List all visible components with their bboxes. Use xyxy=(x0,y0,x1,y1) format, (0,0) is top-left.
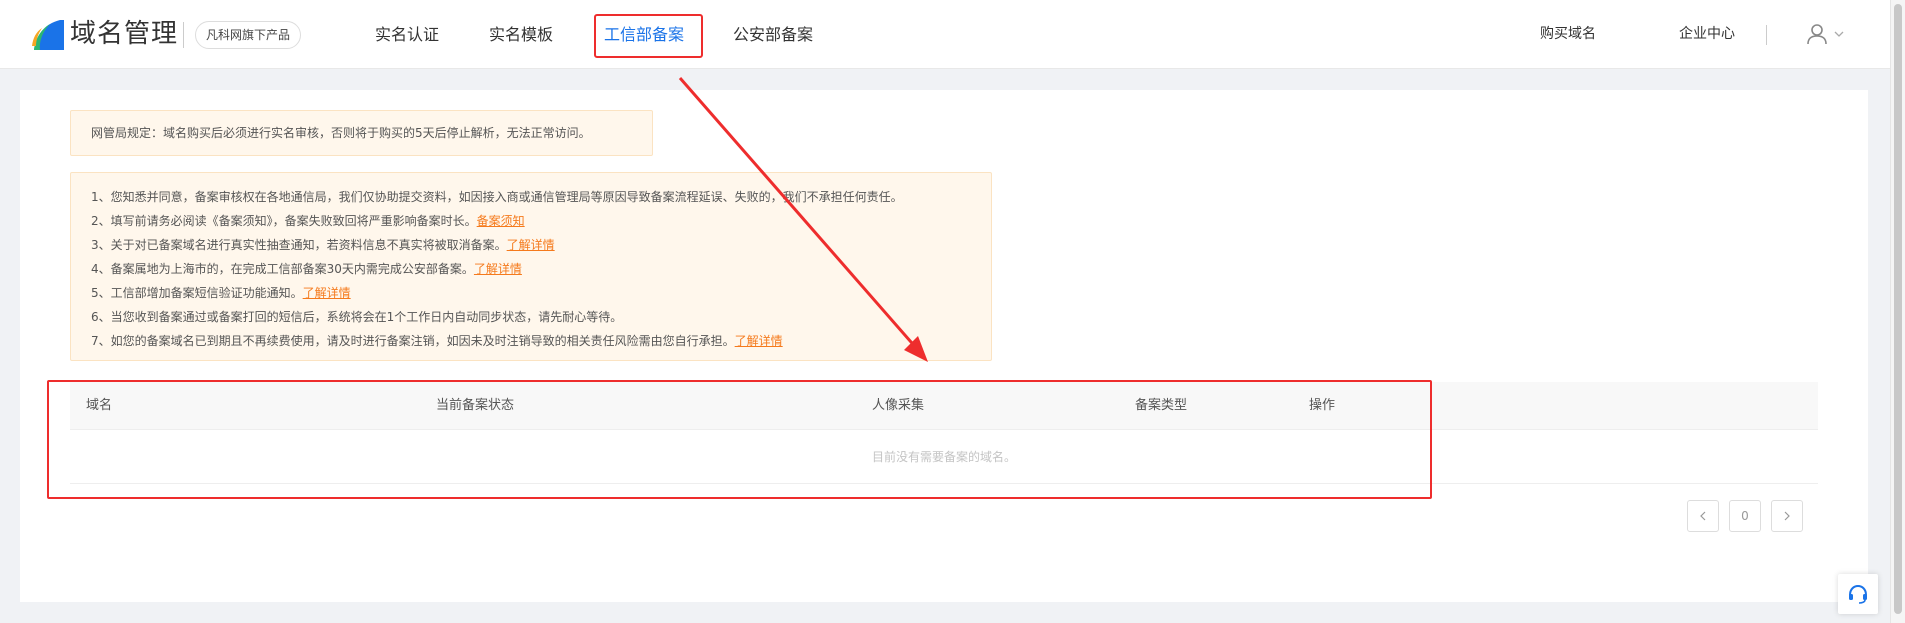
annotation-arrow xyxy=(678,77,928,362)
vertical-scrollbar[interactable] xyxy=(1890,0,1905,623)
headset-icon xyxy=(1849,584,1867,604)
customer-support-button[interactable] xyxy=(1838,574,1878,614)
scrollbar-thumb[interactable] xyxy=(1894,4,1902,614)
